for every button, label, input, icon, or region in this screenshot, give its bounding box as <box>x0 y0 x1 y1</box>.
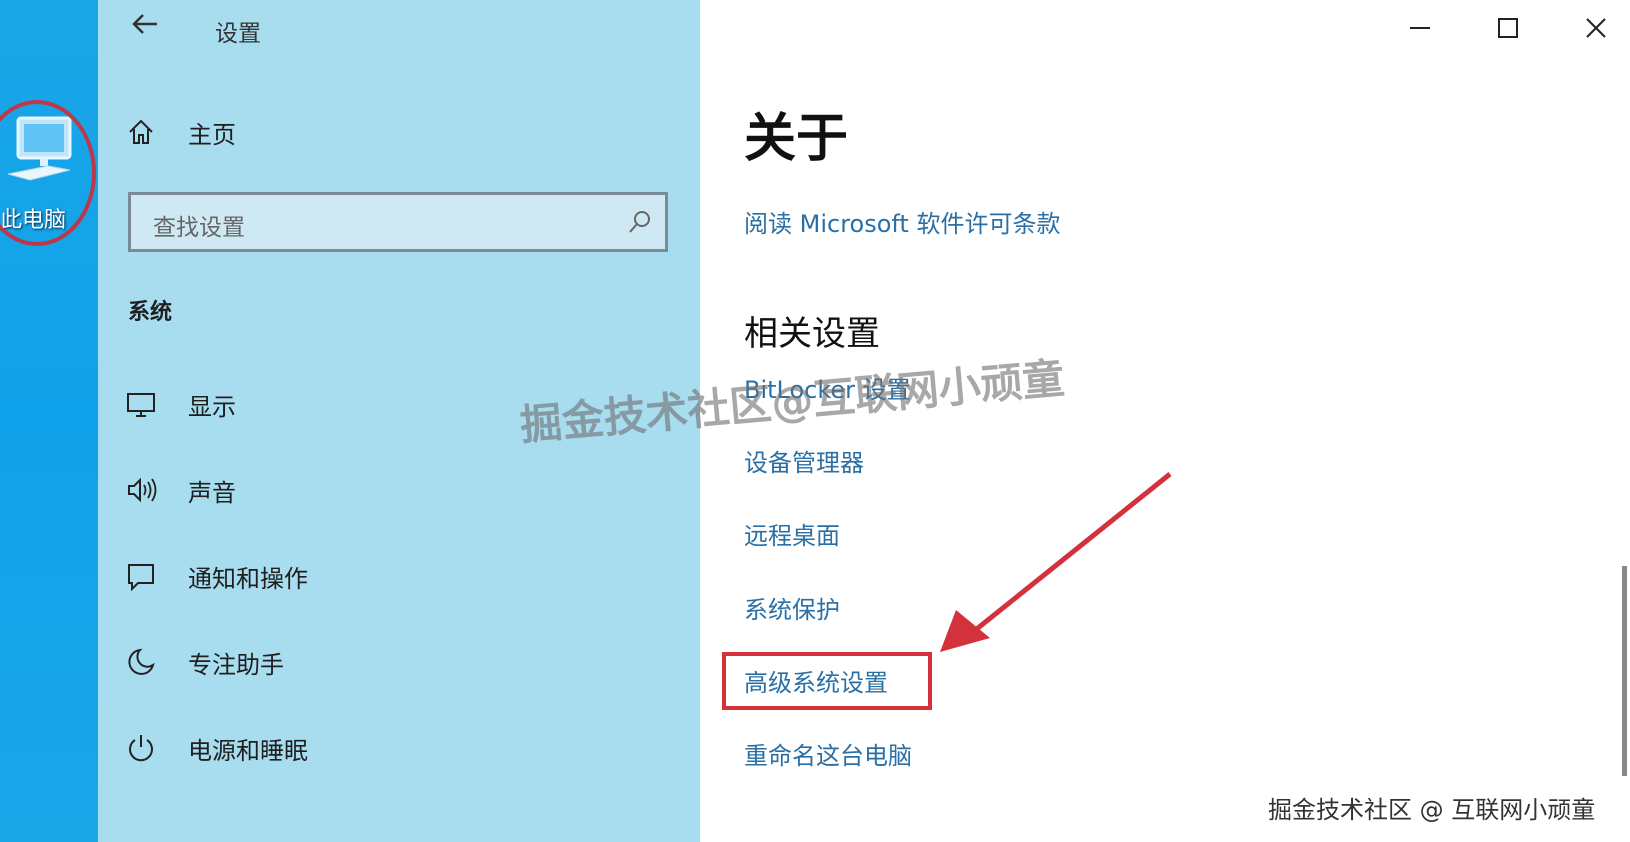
system-protection-link[interactable]: 系统保护 <box>744 590 840 625</box>
sidebar-item-power-sleep[interactable]: 电源和睡眠 <box>126 720 686 776</box>
device-manager-link[interactable]: 设备管理器 <box>744 443 864 478</box>
close-icon <box>1586 18 1606 38</box>
moon-icon <box>126 642 166 682</box>
speaker-icon <box>126 470 166 510</box>
red-highlight-box <box>722 652 932 710</box>
sidebar-item-sound[interactable]: 声音 <box>126 462 686 518</box>
search-placeholder: 查找设置 <box>153 215 245 241</box>
page-title: 关于 <box>744 109 849 169</box>
back-arrow-icon[interactable] <box>128 10 162 44</box>
window-title: 设置 <box>215 21 261 47</box>
search-input[interactable]: 查找设置 <box>128 192 668 252</box>
corner-watermark: 掘金技术社区 @ 互联网小顽童 <box>1268 796 1596 824</box>
power-icon <box>126 728 166 768</box>
sidebar-item-label: 声音 <box>188 478 236 507</box>
license-link[interactable]: 阅读 Microsoft 软件许可条款 <box>744 204 1060 239</box>
maximize-icon <box>1498 18 1518 38</box>
search-icon <box>627 209 653 239</box>
desktop-background: 此电脑 <box>0 0 98 842</box>
maximize-button[interactable] <box>1478 8 1538 48</box>
related-settings-heading: 相关设置 <box>744 314 880 354</box>
remote-desktop-link[interactable]: 远程桌面 <box>744 516 840 551</box>
red-arrow-annotation <box>940 472 1172 652</box>
monitor-icon <box>126 384 166 424</box>
sidebar-item-label: 电源和睡眠 <box>188 736 308 765</box>
sidebar-item-label: 显示 <box>188 392 236 421</box>
close-button[interactable] <box>1566 8 1626 48</box>
home-icon <box>126 112 166 152</box>
sidebar-item-label: 通知和操作 <box>188 564 308 593</box>
sidebar-item-home[interactable]: 主页 <box>126 104 686 160</box>
scrollbar[interactable] <box>1622 566 1627 776</box>
sidebar-item-notifications[interactable]: 通知和操作 <box>126 548 686 604</box>
sidebar-item-focus-assist[interactable]: 专注助手 <box>126 634 686 690</box>
section-title: 系统 <box>128 300 173 325</box>
sidebar-item-label: 主页 <box>188 120 236 149</box>
minimize-button[interactable] <box>1390 8 1450 48</box>
notification-icon <box>126 556 166 596</box>
sidebar-item-label: 专注助手 <box>188 650 284 679</box>
rename-pc-link[interactable]: 重命名这台电脑 <box>744 736 912 771</box>
minimize-icon <box>1410 27 1430 29</box>
